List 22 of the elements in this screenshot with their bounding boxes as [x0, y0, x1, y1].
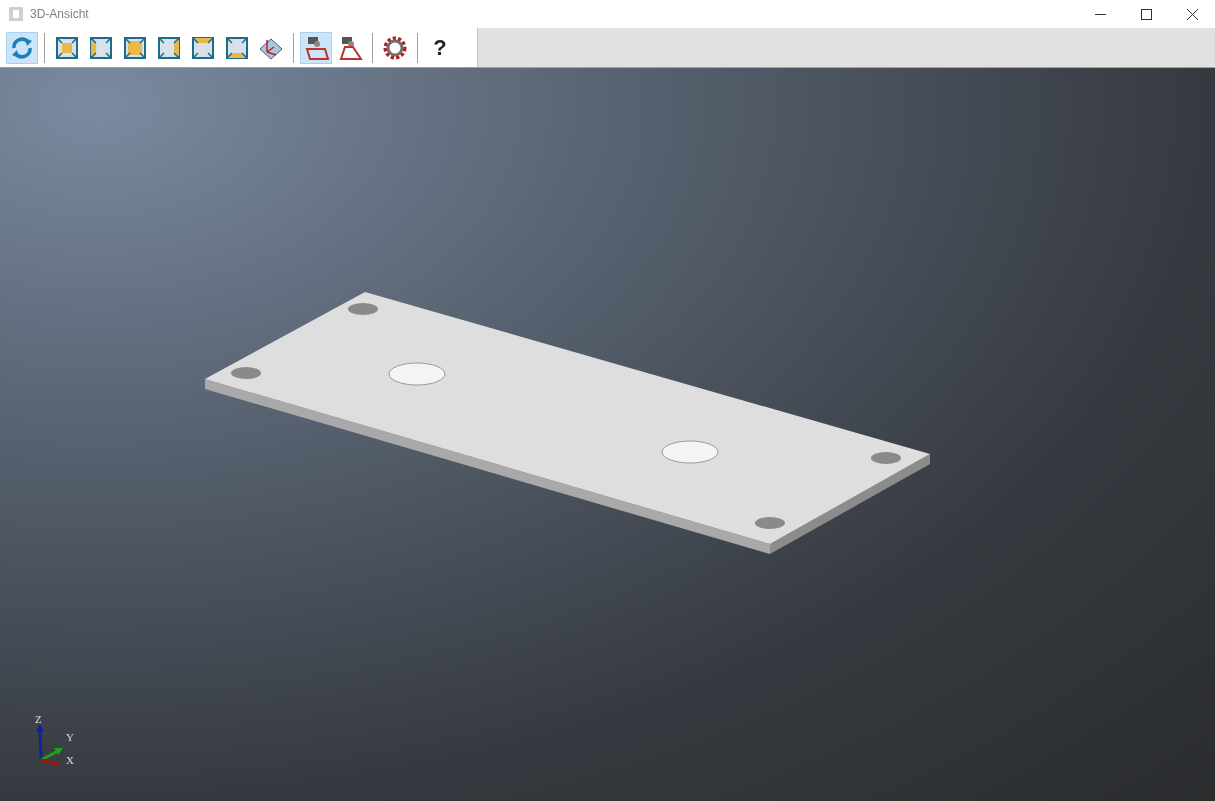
- cube-view-icon: [224, 34, 250, 61]
- refresh-icon: [10, 35, 34, 60]
- z-axis-label: Z: [35, 714, 42, 725]
- window-title: 3D-Ansicht: [30, 6, 89, 23]
- close-icon: [1186, 8, 1198, 20]
- app-icon: [9, 7, 23, 21]
- minimize-icon: [1094, 13, 1106, 15]
- camera-trapezoid-icon: [337, 34, 363, 61]
- maximize-icon: [1140, 8, 1152, 20]
- y-axis-label: Y: [66, 732, 74, 743]
- axis-triad-icon: [36, 724, 63, 765]
- cube-view-icon: [54, 34, 80, 61]
- camera-plane-icon: [303, 34, 329, 61]
- toolbar-button[interactable]: [300, 31, 332, 64]
- x-axis-label: X: [66, 755, 74, 766]
- help-button[interactable]: ?: [424, 31, 456, 64]
- cube-view-icon: [156, 34, 182, 61]
- toolbar-button[interactable]: [6, 31, 38, 64]
- cube-view-icon: [88, 34, 114, 61]
- settings-icon: [382, 34, 408, 61]
- cube-view-icon: [122, 34, 148, 61]
- cube-view-icon: [190, 34, 216, 61]
